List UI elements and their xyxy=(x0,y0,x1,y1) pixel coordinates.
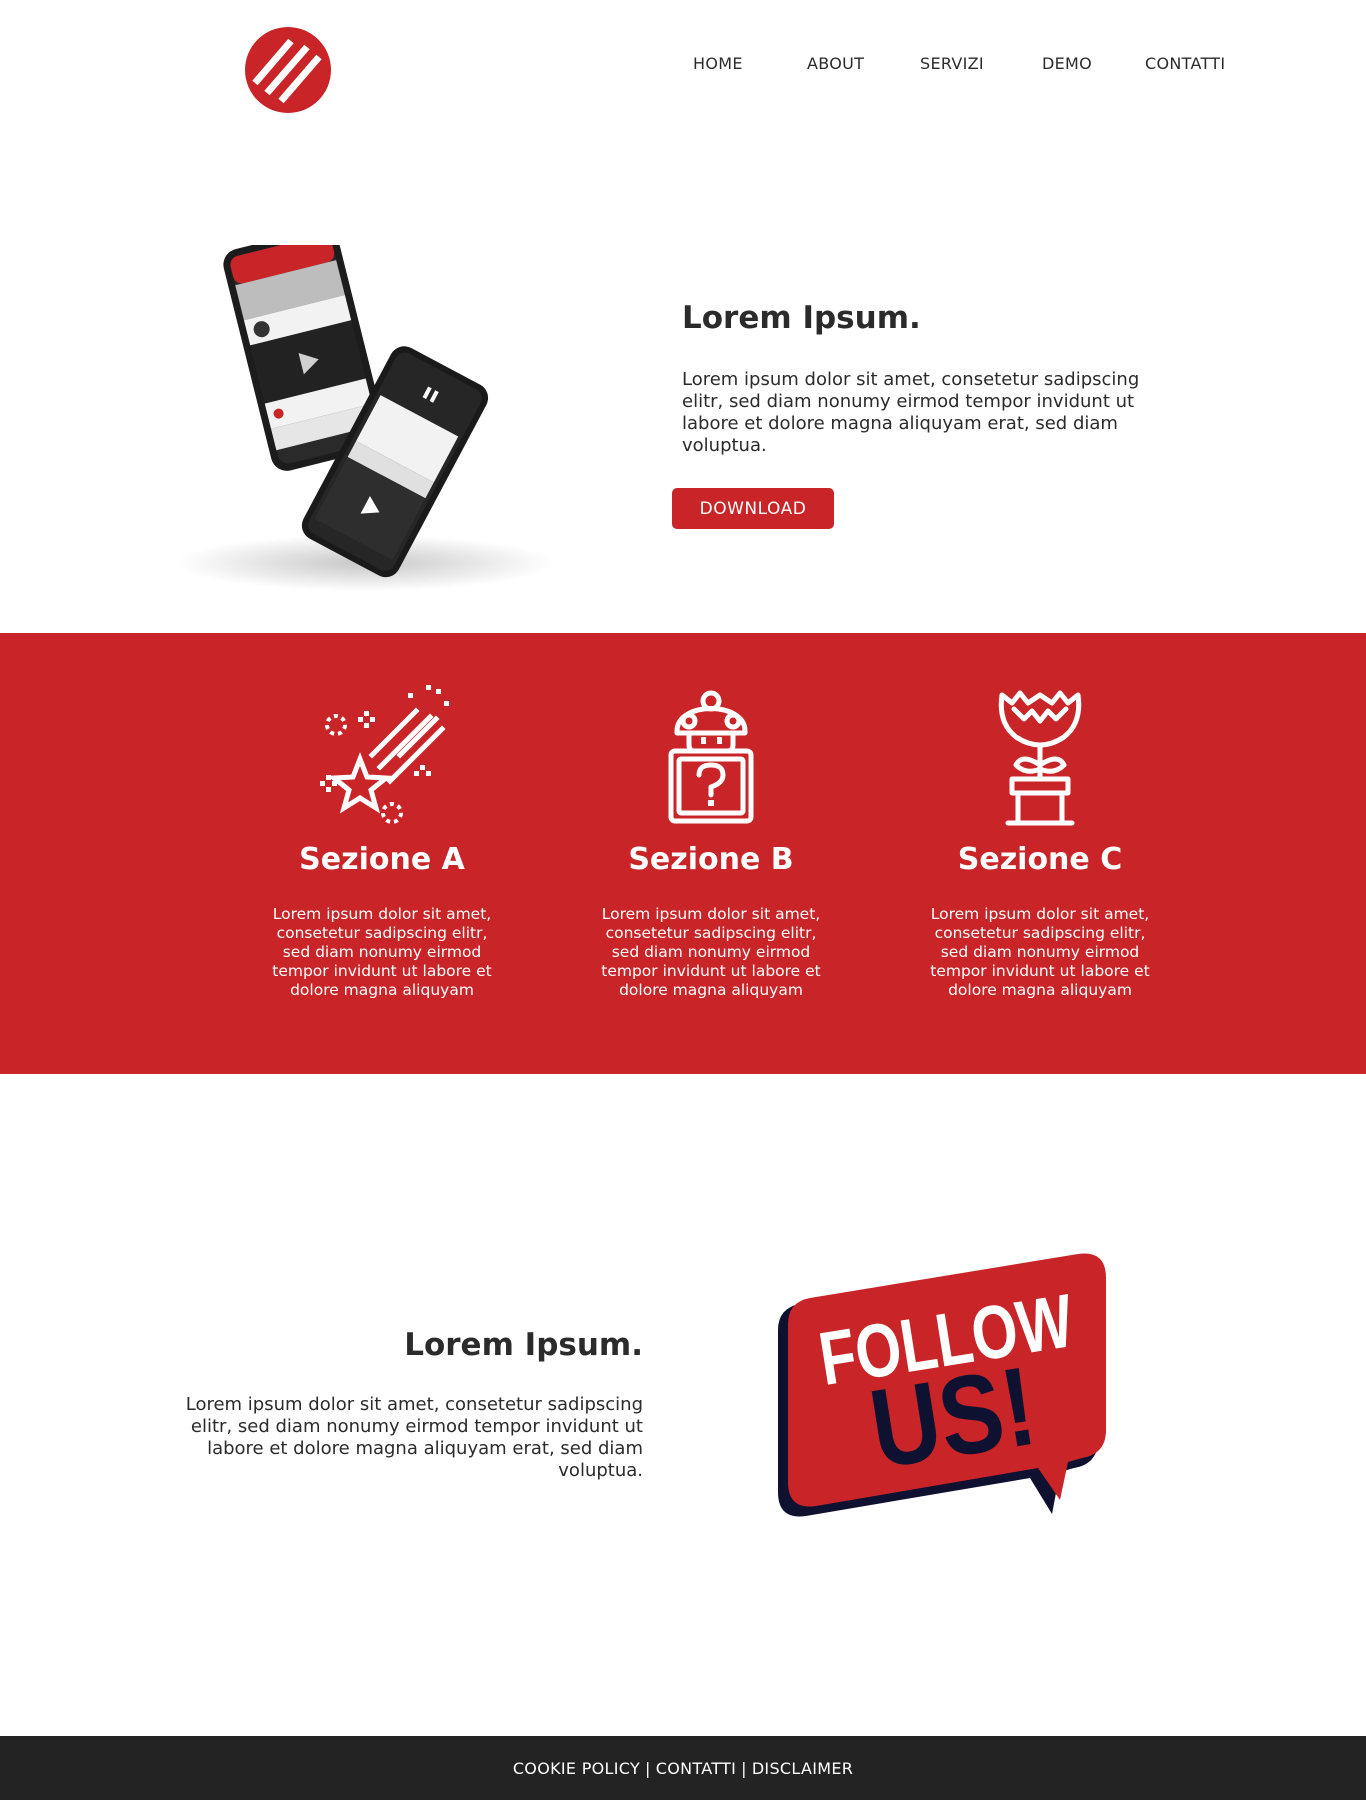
hero-text: Lorem ipsum dolor sit amet, consetetur s… xyxy=(682,369,1140,456)
footer-link-disclaimer[interactable]: DISCLAIMER xyxy=(752,1759,853,1778)
nav-servizi[interactable]: SERVIZI xyxy=(920,54,984,73)
feature-b-title: Sezione B xyxy=(628,842,794,877)
mushroom-question-block-icon xyxy=(668,690,754,824)
feature-b: Sezione B Lorem ipsum dolor sit amet, co… xyxy=(581,633,841,1074)
nav-about[interactable]: ABOUT xyxy=(807,54,864,73)
nav-contatti[interactable]: CONTATTI xyxy=(1145,54,1225,73)
feature-c-text: Lorem ipsum dolor sit amet, consetetur s… xyxy=(930,905,1150,999)
feature-c: Sezione C Lorem ipsum dolor sit amet, co… xyxy=(910,633,1170,1074)
nav-home[interactable]: HOME xyxy=(693,54,743,73)
footer-separator: | xyxy=(741,1758,747,1778)
hero-title: Lorem Ipsum. xyxy=(682,300,921,336)
feature-a-title: Sezione A xyxy=(299,842,465,877)
section2-text: Lorem ipsum dolor sit amet, consetetur s… xyxy=(185,1394,643,1481)
footer-link-cookie-policy[interactable]: COOKIE POLICY xyxy=(513,1759,640,1778)
main-nav: HOME ABOUT SERVIZI DEMO CONTATTI xyxy=(0,54,1366,74)
feature-a-text: Lorem ipsum dolor sit amet, consetetur s… xyxy=(272,905,492,999)
download-button[interactable]: DOWNLOAD xyxy=(672,488,834,529)
follow-us-badge[interactable]: FOLLOW US! xyxy=(770,1250,1130,1530)
features-section: Sezione A Lorem ipsum dolor sit amet, co… xyxy=(0,633,1366,1074)
shooting-star-icon xyxy=(320,685,449,824)
phones-mockup-image xyxy=(175,245,555,591)
footer-link-contatti[interactable]: CONTATTI xyxy=(656,1759,736,1778)
feature-c-title: Sezione C xyxy=(957,842,1123,877)
footer-separator: | xyxy=(645,1758,651,1778)
section2-title: Lorem Ipsum. xyxy=(404,1327,643,1363)
nav-demo[interactable]: DEMO xyxy=(1042,54,1092,73)
piranha-plant-icon xyxy=(998,690,1082,826)
badge-line2: US! xyxy=(862,1344,1043,1493)
footer: COOKIE POLICY | CONTATTI | DISCLAIMER xyxy=(0,1736,1366,1800)
feature-a: Sezione A Lorem ipsum dolor sit amet, co… xyxy=(252,633,512,1074)
feature-b-text: Lorem ipsum dolor sit amet, consetetur s… xyxy=(601,905,821,999)
